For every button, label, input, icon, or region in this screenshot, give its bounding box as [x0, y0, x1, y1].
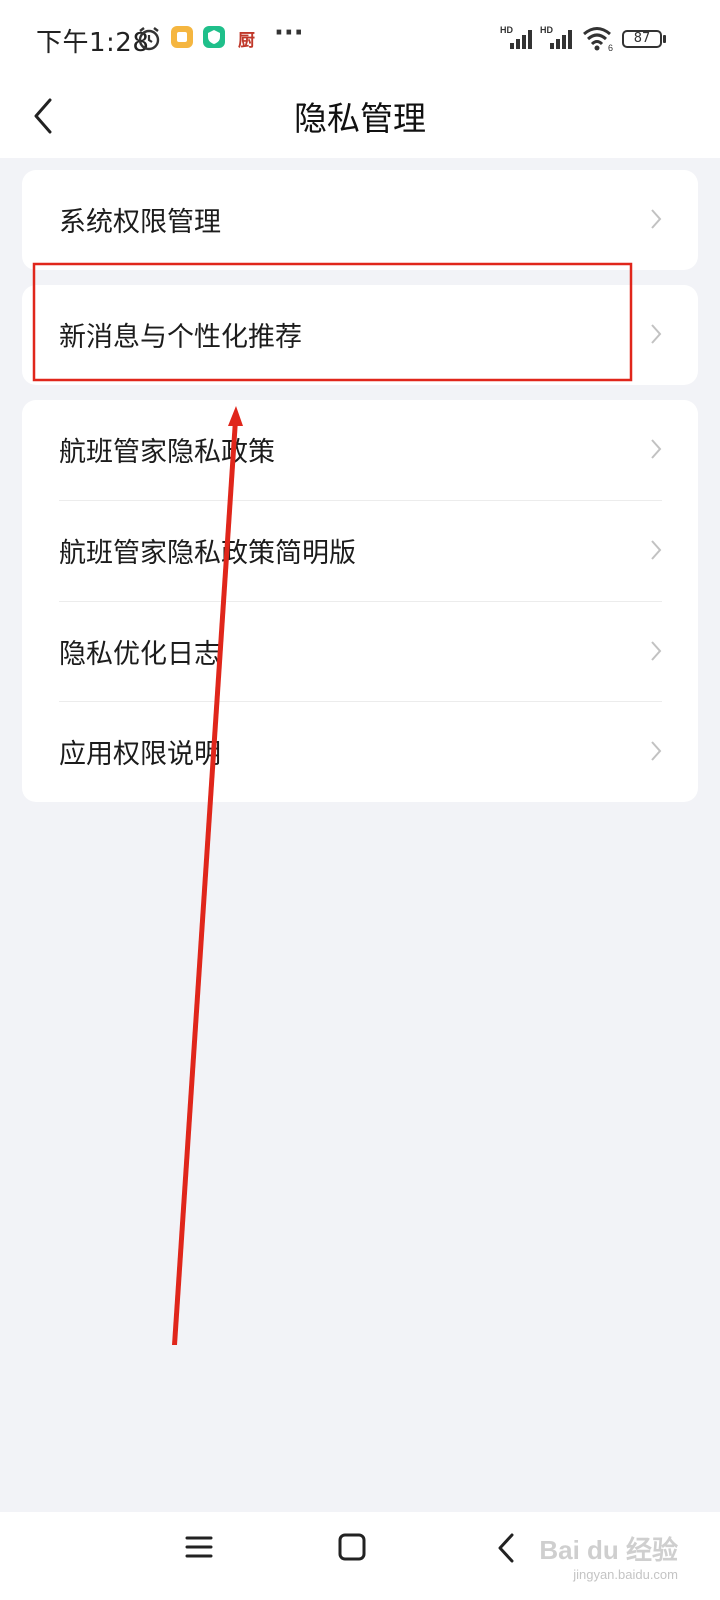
more-notifications-icon: ··· — [274, 18, 304, 48]
menu-item-label: 航班管家隐私政策 — [59, 437, 275, 468]
watermark-url: jingyan.baidu.com — [573, 1567, 678, 1582]
system-nav-bar: Bai du 经验 jingyan.baidu.com — [0, 1512, 720, 1600]
menu-card-recommendation: 新消息与个性化推荐 — [22, 285, 698, 385]
back-nav-icon[interactable] — [494, 1532, 518, 1564]
menu-item-system-permissions[interactable]: 系统权限管理 — [22, 170, 698, 270]
chevron-right-icon — [651, 439, 662, 459]
page-title: 隐私管理 — [294, 99, 426, 138]
menu-item-privacy-policy[interactable]: 航班管家隐私政策 — [22, 400, 698, 500]
wifi-icon: 6 — [583, 27, 613, 52]
cellular-signal-icon: HD — [500, 25, 532, 49]
alarm-icon — [138, 27, 160, 51]
menu-item-label: 隐私优化日志 — [59, 639, 221, 670]
menu-card-system: 系统权限管理 — [22, 170, 698, 270]
cellular-signal-2-icon: HD — [540, 25, 572, 49]
status-time: 下午1:28 — [36, 28, 150, 58]
menu-item-new-message-recommendation[interactable]: 新消息与个性化推荐 — [22, 285, 698, 385]
chevron-right-icon — [651, 209, 662, 229]
status-bar: 下午1:28 厨 ··· HD HD 6 87 — [0, 0, 720, 80]
chevron-right-icon — [651, 324, 662, 344]
battery-tip — [663, 35, 666, 43]
menu-item-label: 航班管家隐私政策简明版 — [59, 538, 356, 569]
menu-recents-icon[interactable] — [184, 1532, 214, 1562]
security-app-icon — [203, 26, 225, 48]
kitchen-app-icon: 厨 — [238, 31, 255, 51]
battery-level: 87 — [633, 31, 651, 46]
chevron-right-icon — [651, 641, 662, 661]
svg-text:HD: HD — [500, 25, 513, 35]
chevron-right-icon — [651, 741, 662, 761]
svg-text:HD: HD — [540, 25, 553, 35]
menu-item-privacy-log[interactable]: 隐私优化日志 — [22, 602, 698, 702]
battery-icon: 87 — [622, 30, 662, 48]
menu-item-label: 应用权限说明 — [59, 739, 221, 770]
menu-item-app-permissions[interactable]: 应用权限说明 — [22, 702, 698, 802]
watermark: Bai du 经验 jingyan.baidu.com — [539, 1530, 678, 1582]
app-notification-icon — [171, 26, 193, 48]
chevron-right-icon — [651, 540, 662, 560]
home-icon[interactable] — [337, 1532, 367, 1562]
menu-item-label: 新消息与个性化推荐 — [59, 322, 302, 353]
menu-item-privacy-policy-brief[interactable]: 航班管家隐私政策简明版 — [22, 501, 698, 601]
menu-item-label: 系统权限管理 — [59, 207, 221, 238]
app-header: 隐私管理 — [0, 80, 720, 158]
watermark-brand: Bai du 经验 — [539, 1535, 678, 1565]
svg-text:6: 6 — [608, 43, 613, 52]
menu-card-policies: 航班管家隐私政策 航班管家隐私政策简明版 隐私优化日志 应用权限说明 — [22, 400, 698, 802]
